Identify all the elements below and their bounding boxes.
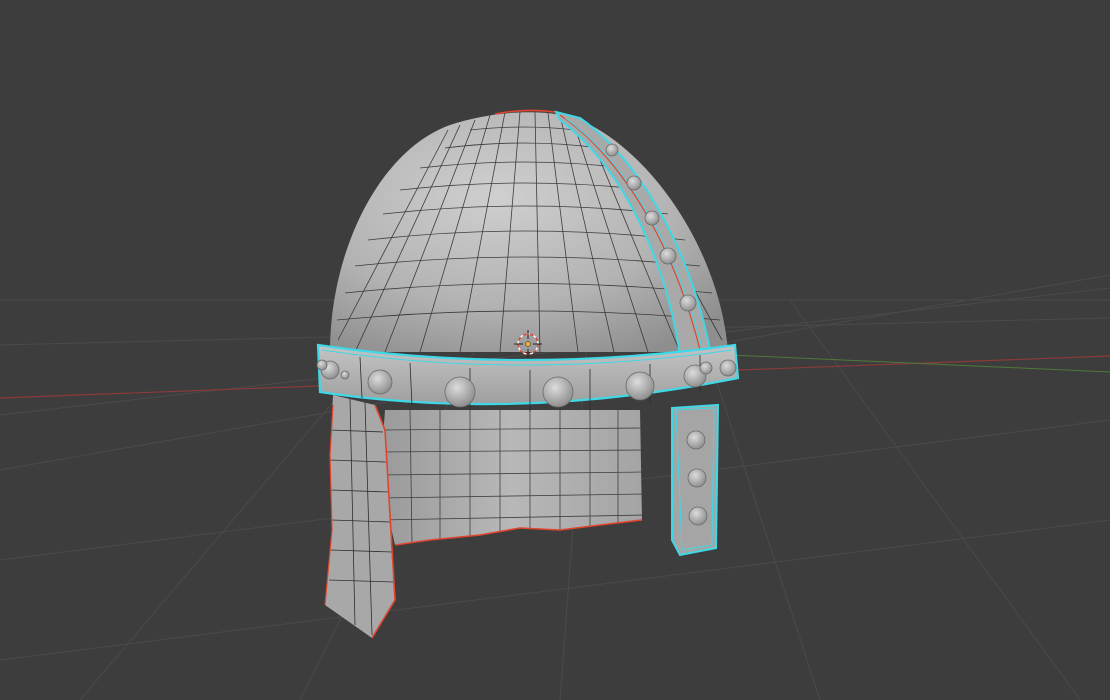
viewport-scene bbox=[0, 109, 1110, 700]
y-axis-line-visible bbox=[729, 354, 1110, 373]
3d-viewport[interactable] bbox=[0, 0, 1110, 700]
left-cheek-flap bbox=[324, 395, 396, 639]
helmet-mesh[interactable] bbox=[316, 109, 740, 639]
aventail bbox=[380, 410, 643, 546]
